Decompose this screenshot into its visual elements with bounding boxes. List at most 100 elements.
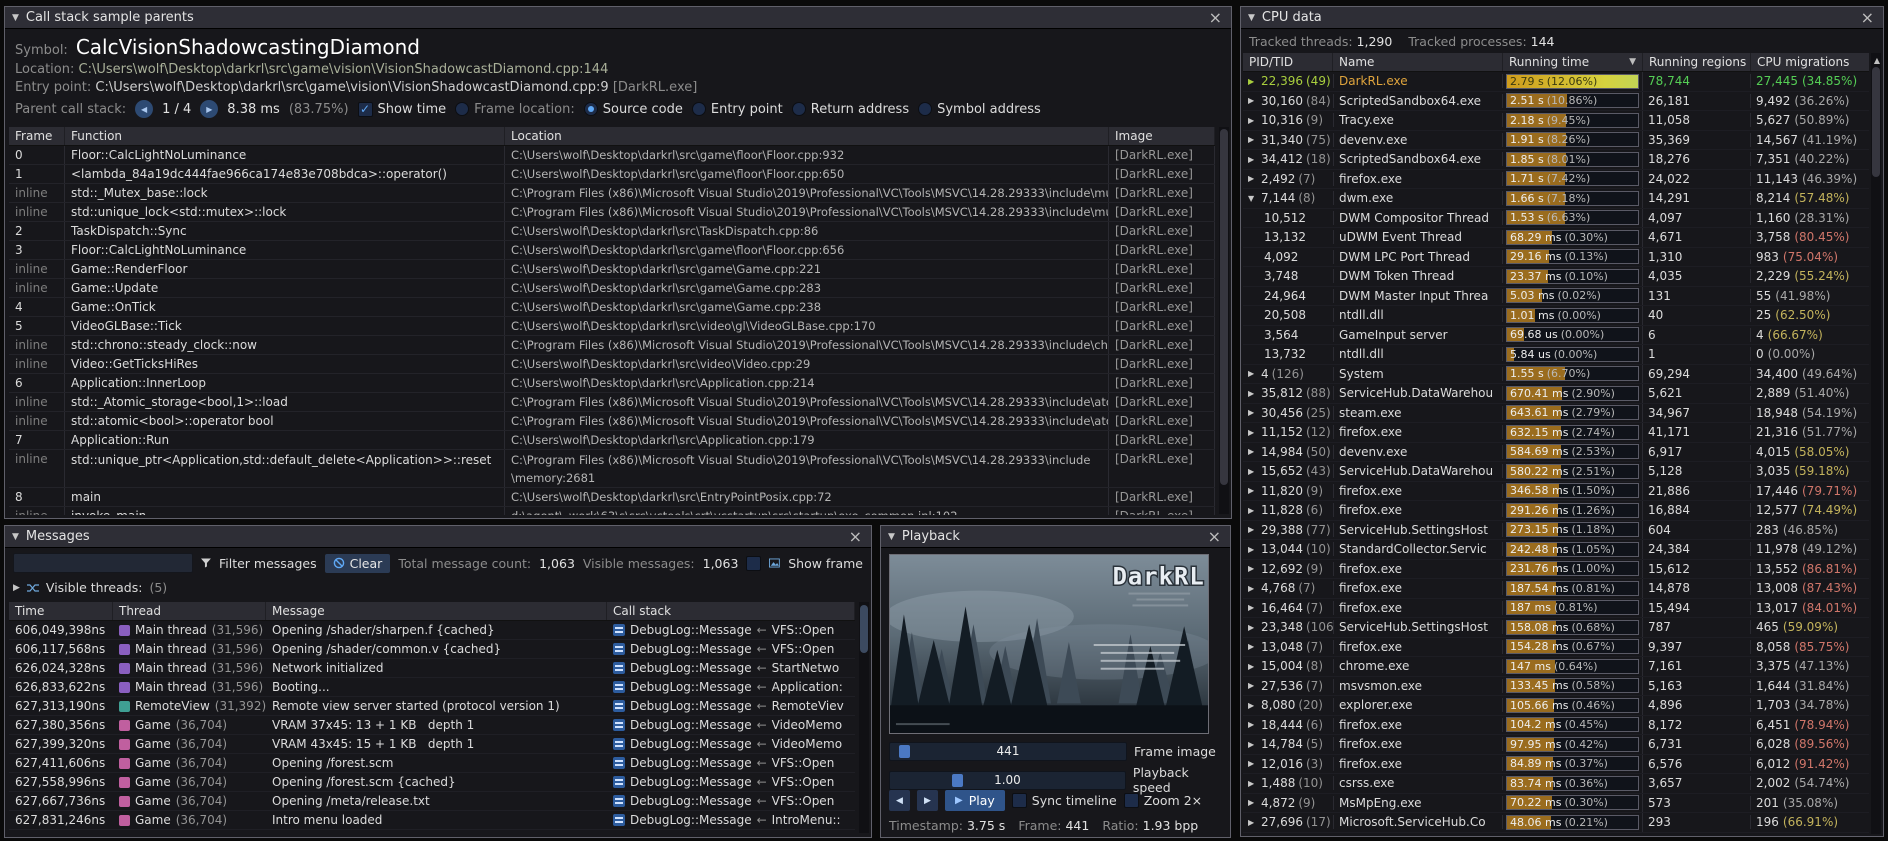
cpu-process-row[interactable]: ▶15,652(43)ServiceHub.DataWarehou580.22 … <box>1243 462 1869 482</box>
column-location[interactable]: Location <box>505 127 1109 145</box>
cpu-process-row[interactable]: 24,964DWM Master Input Threa5.03 ms(0.02… <box>1243 287 1869 307</box>
scroll-up-icon[interactable]: ▲ <box>1874 56 1880 65</box>
cpu-process-row[interactable]: 3,748DWM Token Thread23.37 ms(0.10%)4,03… <box>1243 267 1869 287</box>
cpu-process-row[interactable]: ▶30,160(84)ScriptedSandbox64.exe2.51 s(1… <box>1243 92 1869 112</box>
cpu-process-row[interactable]: 13,132uDWM Event Thread68.29 ms(0.30%)4,… <box>1243 228 1869 248</box>
scrollbar-thumb[interactable] <box>1220 129 1228 485</box>
callstack-frame-row[interactable]: inlinestd::_Mutex_base::lockC:\Program F… <box>9 184 1215 203</box>
expand-row-icon[interactable]: ▶ <box>1248 759 1258 768</box>
radio-icon[interactable] <box>918 102 932 116</box>
play-button[interactable]: ▶ Play <box>945 790 1005 811</box>
cpu-process-row[interactable]: ▶14,984(50)devenv.exe584.69 ms(2.53%)6,9… <box>1243 443 1869 463</box>
close-icon[interactable]: × <box>1207 11 1224 25</box>
cpu-process-row[interactable]: ▶11,820(9)firefox.exe346.58 ms(1.50%)21,… <box>1243 482 1869 502</box>
scrollbar-thumb[interactable] <box>860 605 868 653</box>
cpu-process-row[interactable]: ▶11,828(6)firefox.exe291.26 ms(1.26%)16,… <box>1243 501 1869 521</box>
checkbox-icon[interactable]: ✓ <box>1012 793 1027 808</box>
cpu-process-row[interactable]: ▶4,768(7)firefox.exe187.54 ms(0.81%)14,8… <box>1243 579 1869 599</box>
cpu-process-row[interactable]: ▶18,444(6)firefox.exe104.2 ms(0.45%)8,17… <box>1243 716 1869 736</box>
callstack-frame-row[interactable]: 4Game::OnTickC:\Users\wolf\Desktop\darkr… <box>9 298 1215 317</box>
expand-row-icon[interactable]: ▶ <box>1248 447 1258 456</box>
cpu-process-row[interactable]: 3,564GameInput server69.68 us(0.00%)64(6… <box>1243 326 1869 346</box>
callstack-frame-row[interactable]: inlinestd::chrono::steady_clock::nowC:\P… <box>9 336 1215 355</box>
expand-threads-icon[interactable]: ▶ <box>13 583 20 593</box>
column-thread[interactable]: Thread <box>113 602 266 620</box>
callstack-frame-row[interactable]: 0Floor::CalcLightNoLuminanceC:\Users\wol… <box>9 146 1215 165</box>
checkbox-checked-icon[interactable]: ✓ <box>358 102 373 117</box>
cpu-process-row[interactable]: ▶27,696(17)Microsoft.ServiceHub.Co48.06 … <box>1243 813 1869 833</box>
message-row[interactable]: 627,667,736nsGame(36,704)Opening /meta/r… <box>9 792 855 811</box>
radio-symbol-address[interactable]: Symbol address <box>918 102 1041 117</box>
playback-titlebar[interactable]: ▼ Playback × <box>881 526 1230 548</box>
message-row[interactable]: 627,313,190nsRemoteView(31,392)Remote vi… <box>9 697 855 716</box>
message-callstack[interactable]: DebugLog::Message←StartNetwo <box>607 659 855 677</box>
callstack-frame-row[interactable]: inlineGame::UpdateC:\Users\wolf\Desktop\… <box>9 279 1215 298</box>
callstack-frame-row[interactable]: 3Floor::CalcLightNoLuminanceC:\Users\wol… <box>9 241 1215 260</box>
message-callstack[interactable]: DebugLog::Message←VFS::Open <box>607 754 855 772</box>
expand-row-icon[interactable]: ▶ <box>1248 389 1258 398</box>
column-running-time[interactable]: Running time▼ <box>1503 53 1643 71</box>
radio-source-code[interactable]: Source code <box>584 102 683 117</box>
close-icon[interactable]: × <box>847 530 864 544</box>
expand-row-icon[interactable]: ▶ <box>1248 77 1258 86</box>
message-row[interactable]: 626,833,622nsMain thread(31,596)Booting.… <box>9 678 855 697</box>
callstack-frame-row[interactable]: inlinestd::unique_ptr<Application,std::d… <box>9 450 1215 488</box>
cpu-process-row[interactable]: ▶30,456(25)steam.exe643.61 ms(2.79%)34,9… <box>1243 404 1869 424</box>
callstack-frame-row[interactable]: 7Application::RunC:\Users\wolf\Desktop\d… <box>9 431 1215 450</box>
collapse-row-icon[interactable]: ▼ <box>1248 194 1258 203</box>
cpu-process-row[interactable]: ▶16,464(7)firefox.exe187 ms(0.81%)15,494… <box>1243 599 1869 619</box>
message-callstack[interactable]: DebugLog::Message←VideoMemo <box>607 716 855 734</box>
cpu-process-row[interactable]: ▶8,080(20)explorer.exe105.66 ms(0.46%)4,… <box>1243 696 1869 716</box>
next-callstack-button[interactable]: ▶ <box>200 100 218 118</box>
checkbox-icon[interactable]: ✓ <box>1124 793 1139 808</box>
zoom-2x-checkbox[interactable]: ✓ Zoom 2× <box>1124 793 1202 808</box>
collapse-icon[interactable]: ▼ <box>12 13 19 23</box>
message-callstack[interactable]: DebugLog::Message←VFS::Open <box>607 621 855 639</box>
cpu-process-row[interactable]: ▶23,348(106)ServiceHub.SettingsHost158.0… <box>1243 618 1869 638</box>
column-running-regions[interactable]: Running regions <box>1643 53 1751 71</box>
cpu-process-row[interactable]: ▶31,340(75)devenv.exe1.91 s(8.26%)35,369… <box>1243 131 1869 151</box>
column-name[interactable]: Name <box>1333 53 1503 71</box>
cpu-process-row[interactable]: 20,508ntdll.dll1.01 ms(0.00%)4025(62.50%… <box>1243 306 1869 326</box>
message-row[interactable]: 627,831,246nsGame(36,704)Intro menu load… <box>9 811 855 830</box>
expand-row-icon[interactable]: ▶ <box>1248 584 1258 593</box>
message-callstack[interactable]: DebugLog::Message←RemoteViev <box>607 697 855 715</box>
callstack-frame-row[interactable]: inlineinvoke_maind:\agent\_work\63\s\src… <box>9 507 1215 515</box>
message-row[interactable]: 627,399,320nsGame(36,704)VRAM 43x45: 15 … <box>9 735 855 754</box>
messages-scrollbar[interactable] <box>859 602 869 833</box>
radio-icon[interactable] <box>792 102 806 116</box>
column-time[interactable]: Time <box>9 602 113 620</box>
cpu-process-row[interactable]: ▶13,048(7)firefox.exe154.28 ms(0.67%)9,3… <box>1243 638 1869 658</box>
callstack-frame-row[interactable]: 5VideoGLBase::TickC:\Users\wolf\Desktop\… <box>9 317 1215 336</box>
message-row[interactable]: 626,024,328nsMain thread(31,596)Network … <box>9 659 855 678</box>
message-callstack[interactable]: DebugLog::Message←VideoMemo <box>607 735 855 753</box>
callstack-frame-row[interactable]: inlinestd::atomic<bool>::operator boolC:… <box>9 412 1215 431</box>
expand-row-icon[interactable]: ▶ <box>1248 720 1258 729</box>
message-callstack[interactable]: DebugLog::Message←IntroMenu:: <box>607 811 855 829</box>
expand-row-icon[interactable]: ▶ <box>1248 701 1258 710</box>
column-image[interactable]: Image <box>1109 127 1215 145</box>
cpu-process-row[interactable]: ▶12,016(3)firefox.exe84.89 ms(0.37%)6,57… <box>1243 755 1869 775</box>
cpu-process-row[interactable]: ▶22,396(49)DarkRL.exe2.79 s(12.06%)78,74… <box>1243 72 1869 92</box>
callstack-frame-row[interactable]: inlinestd::unique_lock<std::mutex>::lock… <box>9 203 1215 222</box>
column-callstack[interactable]: Call stack <box>607 602 855 620</box>
expand-row-icon[interactable]: ▶ <box>1248 506 1258 515</box>
expand-row-icon[interactable]: ▶ <box>1248 155 1258 164</box>
message-row[interactable]: 627,558,996nsGame(36,704)Opening /forest… <box>9 773 855 792</box>
expand-row-icon[interactable]: ▶ <box>1248 642 1258 651</box>
column-pid-tid[interactable]: PID/TID <box>1243 53 1333 71</box>
close-icon[interactable]: × <box>1206 530 1223 544</box>
messages-titlebar[interactable]: ▼ Messages × <box>5 526 871 548</box>
expand-row-icon[interactable]: ▶ <box>1248 564 1258 573</box>
column-function[interactable]: Function <box>65 127 505 145</box>
message-callstack[interactable]: DebugLog::Message←VFS::Open <box>607 640 855 658</box>
show-frame-checkbox[interactable]: ✓ <box>746 556 761 571</box>
cpu-process-row[interactable]: ▶1,488(10)csrss.exe83.74 ms(0.36%)3,6572… <box>1243 774 1869 794</box>
cpu-process-row[interactable]: ▶11,152(12)firefox.exe632.15 ms(2.74%)41… <box>1243 423 1869 443</box>
callstack-frame-row[interactable]: inlineGame::RenderFloorC:\Users\wolf\Des… <box>9 260 1215 279</box>
cpu-process-row[interactable]: ▶35,812(88)ServiceHub.DataWarehou670.41 … <box>1243 384 1869 404</box>
callstack-frame-row[interactable]: 8mainC:\Users\wolf\Desktop\darkrl\src\En… <box>9 488 1215 507</box>
expand-row-icon[interactable]: ▶ <box>1248 603 1258 612</box>
message-callstack[interactable]: DebugLog::Message←VFS::Open <box>607 792 855 810</box>
frame-image-slider[interactable]: 441 <box>889 742 1127 761</box>
